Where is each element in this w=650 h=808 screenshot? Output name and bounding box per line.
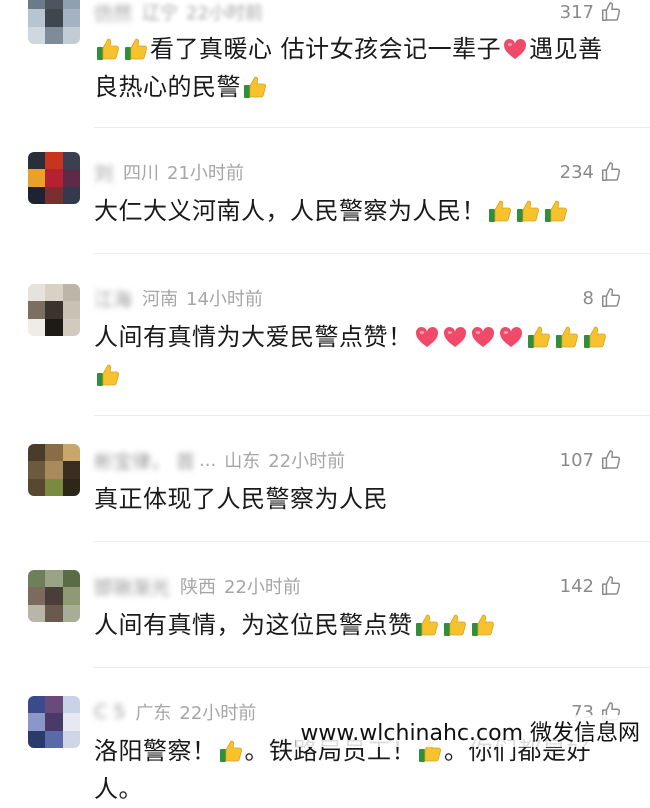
like-count: 107 xyxy=(559,449,594,471)
heart-emoji-icon xyxy=(442,324,468,350)
like-count: 8 xyxy=(582,287,594,309)
location: 广东 xyxy=(135,703,172,724)
avatar[interactable] xyxy=(28,152,80,204)
username[interactable]: 江海 xyxy=(94,285,132,312)
thumbs-up-icon[interactable] xyxy=(600,161,622,183)
comment-header: 仿然 辽宁 22小时前 xyxy=(94,0,263,26)
comment-item: 刘 四川 21小时前 234 大仁大义河南人，人民警察为人民！ xyxy=(0,128,650,254)
timestamp: 22小时前 xyxy=(268,451,346,472)
username[interactable]: 彬宝律， 首 xyxy=(94,447,195,474)
heart-emoji-icon xyxy=(502,36,528,62)
comment-text-part: 人间有真情为大爱民警点赞！ xyxy=(94,323,413,351)
location: 四川 xyxy=(123,163,160,184)
username[interactable]: 刘 xyxy=(94,159,113,186)
comment-header: 江海 河南 14小时前 xyxy=(94,284,263,312)
timestamp: 22小时前 xyxy=(224,577,301,598)
like-count: 234 xyxy=(559,161,594,183)
comment-header: 彬宝律， 首 ... 山东 22小时前 xyxy=(94,446,345,474)
username-ellipsis: ... xyxy=(199,449,217,471)
thumbs-up-emoji-icon xyxy=(442,612,468,638)
heart-emoji-icon xyxy=(498,324,524,350)
heart-emoji-icon xyxy=(470,324,496,350)
comment-text: 人间有真情，为这位民警点赞 xyxy=(94,606,624,644)
thumbs-up-emoji-icon xyxy=(554,324,580,350)
watermark: www.wlchinahc.com 微发信息网 xyxy=(296,715,644,747)
like-count: 317 xyxy=(559,1,594,23)
timestamp: 14小时前 xyxy=(186,289,263,310)
location: 陕西 xyxy=(180,577,217,598)
like-button[interactable]: 317 xyxy=(560,0,622,26)
like-button[interactable]: 142 xyxy=(560,572,622,600)
thumbs-up-icon[interactable] xyxy=(600,287,622,309)
location: 河南 xyxy=(142,289,179,310)
thumbs-up-emoji-icon xyxy=(218,738,244,764)
comment-item: 江海 河南 14小时前 8 人间有真情为大爱民警点赞！ xyxy=(0,254,650,416)
timestamp: 22小时前 xyxy=(186,3,263,24)
avatar[interactable] xyxy=(28,570,80,622)
comment-text-part: 看了真暖心 估计女孩会记一辈子 xyxy=(150,35,502,63)
comment-item: 邯锹渐光 陕西 22小时前 142 人间有真情，为这位民警点赞 xyxy=(0,542,650,668)
comment-text-part: 人间有真情，为这位民警点赞 xyxy=(94,611,413,639)
thumbs-up-emoji-icon xyxy=(582,324,608,350)
thumbs-up-emoji-icon xyxy=(242,74,268,100)
comment-item: 仿然 辽宁 22小时前 317 看了真暖心 估计女孩会记一辈子 遇见善良热心的民警 xyxy=(0,0,650,128)
location: 辽宁 xyxy=(142,3,179,24)
thumbs-up-emoji-icon xyxy=(95,36,121,62)
avatar[interactable] xyxy=(28,284,80,336)
comment-header: 刘 四川 21小时前 xyxy=(94,158,244,186)
location: 山东 xyxy=(224,451,261,472)
comment-header: 邯锹渐光 陕西 22小时前 xyxy=(94,572,301,600)
like-button[interactable]: 107 xyxy=(560,446,622,474)
thumbs-up-emoji-icon xyxy=(470,612,496,638)
thumbs-up-emoji-icon xyxy=(414,612,440,638)
thumbs-up-emoji-icon xyxy=(515,198,541,224)
comment-item: 彬宝律， 首 ... 山东 22小时前 107 真正体现了人民警察为人民 xyxy=(0,416,650,542)
avatar[interactable] xyxy=(28,444,80,496)
username[interactable]: 仿然 xyxy=(94,0,132,26)
username[interactable]: C 5 xyxy=(94,701,125,723)
comment-text: 真正体现了人民警察为人民 xyxy=(94,480,624,518)
like-button[interactable]: 8 xyxy=(583,284,622,312)
comment-text: 人间有真情为大爱民警点赞！ xyxy=(94,318,624,394)
thumbs-up-emoji-icon xyxy=(487,198,513,224)
timestamp: 22小时前 xyxy=(179,703,257,724)
timestamp: 21小时前 xyxy=(167,163,244,184)
comment-text-part: 洛阳警察！ xyxy=(94,737,217,765)
heart-emoji-icon xyxy=(414,324,440,350)
comment-text: 大仁大义河南人，人民警察为人民！ xyxy=(94,192,624,230)
thumbs-up-emoji-icon xyxy=(95,362,121,388)
comment-text-part: 真正体现了人民警察为人民 xyxy=(94,485,388,513)
comment-text: 看了真暖心 估计女孩会记一辈子 遇见善良热心的民警 xyxy=(94,30,624,106)
username[interactable]: 邯锹渐光 xyxy=(94,573,170,600)
thumbs-up-icon[interactable] xyxy=(600,449,622,471)
thumbs-up-emoji-icon xyxy=(526,324,552,350)
avatar[interactable] xyxy=(28,696,80,748)
thumbs-up-emoji-icon xyxy=(543,198,569,224)
thumbs-up-emoji-icon xyxy=(123,36,149,62)
thumbs-up-icon[interactable] xyxy=(600,575,622,597)
avatar[interactable] xyxy=(28,0,80,44)
like-count: 142 xyxy=(559,575,594,597)
comment-text-part: 大仁大义河南人，人民警察为人民！ xyxy=(94,197,486,225)
thumbs-up-icon[interactable] xyxy=(600,1,622,23)
comment-header: C 5 广东 22小时前 xyxy=(94,698,256,726)
like-button[interactable]: 234 xyxy=(560,158,622,186)
